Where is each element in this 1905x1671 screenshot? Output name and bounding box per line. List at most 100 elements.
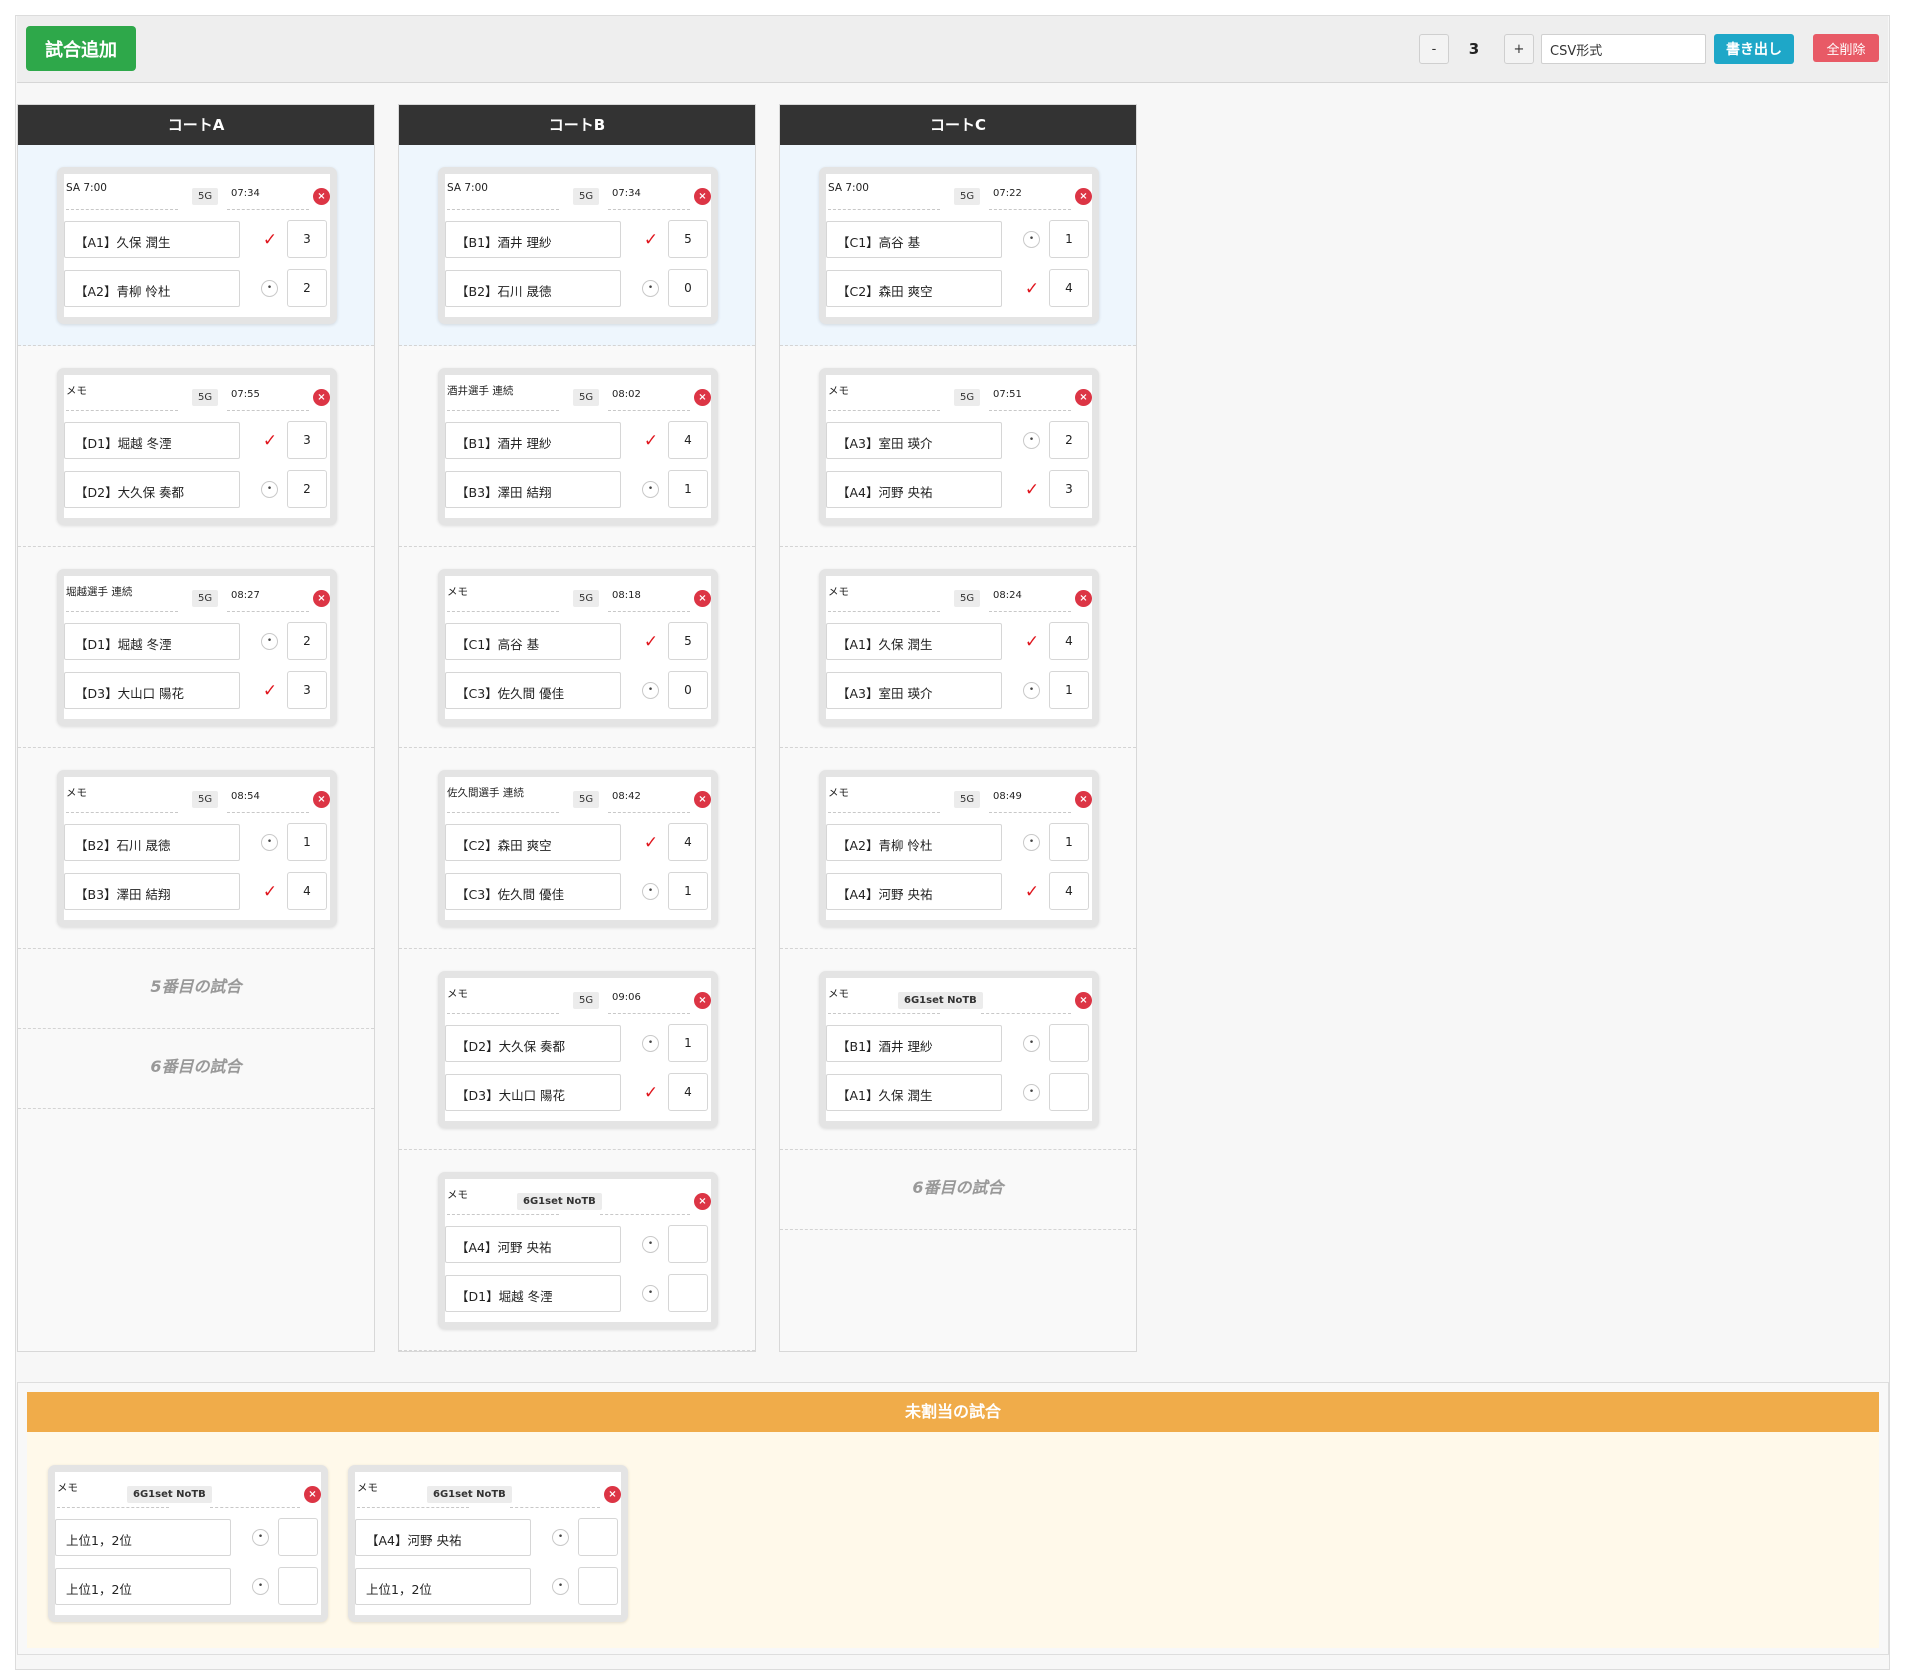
score-field[interactable]: [1049, 1024, 1089, 1062]
match-card[interactable]: メモ 5G 08:24 × 【A1】久保 潤生 ✓ 4 【A3】室田 瑛介 • 1: [819, 569, 1099, 726]
close-icon[interactable]: ×: [1075, 389, 1092, 406]
close-icon[interactable]: ×: [313, 389, 330, 406]
radio-dot-icon[interactable]: •: [1023, 682, 1040, 699]
match-card[interactable]: メモ 5G 08:54 × 【B2】石川 晟徳 • 1 【B3】澤田 結翔 ✓ 4: [57, 770, 337, 927]
player-field[interactable]: 【D2】大久保 奏都: [64, 471, 240, 508]
radio-dot-icon[interactable]: •: [552, 1529, 569, 1546]
match-card[interactable]: 堀越選手 連続 5G 08:27 × 【D1】堀越 冬湮 • 2 【D3】大山口 陽花 ✓ 3: [57, 569, 337, 726]
close-icon[interactable]: ×: [313, 590, 330, 607]
add-match-button[interactable]: 試合追加: [26, 26, 136, 71]
score-field[interactable]: 1: [287, 823, 327, 861]
match-card[interactable]: メモ 6G1set NoTB × 【B1】酒井 理紗 • 【A1】久保 潤生 •: [819, 971, 1099, 1128]
match-format-badge[interactable]: 5G: [192, 389, 219, 406]
match-slot[interactable]: メモ 5G 09:06 × 【D2】大久保 奏都 • 1 【D3】大山口 陽花 ✓ 4: [399, 949, 755, 1150]
player-field[interactable]: 【B1】酒井 理紗: [445, 422, 621, 459]
score-field[interactable]: 4: [1049, 872, 1089, 910]
memo-field[interactable]: SA 7:00: [66, 182, 178, 210]
memo-field[interactable]: メモ: [66, 383, 178, 411]
memo-field[interactable]: 堀越選手 連続: [66, 584, 178, 612]
radio-dot-icon[interactable]: •: [1023, 231, 1040, 248]
score-field[interactable]: 1: [668, 872, 708, 910]
player-field[interactable]: 【B3】澤田 結翔: [64, 873, 240, 910]
match-format-badge[interactable]: 5G: [192, 791, 219, 808]
player-field[interactable]: 【B1】酒井 理紗: [445, 221, 621, 258]
match-format-badge[interactable]: 5G: [954, 791, 981, 808]
match-card[interactable]: メモ 6G1set NoTB × 【A4】河野 央祐 • 【D1】堀越 冬湮 •: [438, 1172, 718, 1329]
score-field[interactable]: 4: [1049, 622, 1089, 660]
check-icon[interactable]: ✓: [642, 1084, 660, 1102]
match-card[interactable]: メモ 5G 07:51 × 【A3】室田 瑛介 • 2 【A4】河野 央祐 ✓ 3: [819, 368, 1099, 525]
export-format-input[interactable]: [1541, 34, 1706, 64]
memo-field[interactable]: SA 7:00: [447, 182, 559, 210]
radio-dot-icon[interactable]: •: [261, 280, 278, 297]
radio-dot-icon[interactable]: •: [552, 1578, 569, 1595]
player-field[interactable]: 【A4】河野 央祐: [445, 1226, 621, 1263]
memo-field[interactable]: メモ: [447, 584, 559, 612]
radio-dot-icon[interactable]: •: [261, 633, 278, 650]
radio-dot-icon[interactable]: •: [1023, 1084, 1040, 1101]
match-slot[interactable]: SA 7:00 5G 07:34 × 【B1】酒井 理紗 ✓ 5 【B2】石川 晟徳 • 0: [399, 145, 755, 346]
check-icon[interactable]: ✓: [642, 834, 660, 852]
match-card[interactable]: メモ 6G1set NoTB × 上位1，2位 • 上位1，2位 •: [48, 1465, 328, 1622]
score-field[interactable]: [578, 1567, 618, 1605]
radio-dot-icon[interactable]: •: [642, 1285, 659, 1302]
match-card[interactable]: メモ 5G 07:55 × 【D1】堀越 冬湮 ✓ 3 【D2】大久保 奏都 • 2: [57, 368, 337, 525]
player-field[interactable]: 【A4】河野 央祐: [826, 471, 1002, 508]
memo-field[interactable]: メモ: [828, 584, 940, 612]
match-format-badge[interactable]: 5G: [954, 590, 981, 607]
player-field[interactable]: 【D2】大久保 奏都: [445, 1025, 621, 1062]
player-field[interactable]: 【B2】石川 晟徳: [64, 824, 240, 861]
player-field[interactable]: 【A1】久保 潤生: [826, 1074, 1002, 1111]
radio-dot-icon[interactable]: •: [261, 834, 278, 851]
match-format-badge[interactable]: 6G1set NoTB: [517, 1193, 602, 1210]
match-card[interactable]: SA 7:00 5G 07:34 × 【B1】酒井 理紗 ✓ 5 【B2】石川 晟徳 • 0: [438, 167, 718, 324]
player-field[interactable]: 上位1，2位: [355, 1568, 531, 1605]
match-format-badge[interactable]: 6G1set NoTB: [427, 1486, 512, 1503]
match-slot[interactable]: 堀越選手 連続 5G 08:27 × 【D1】堀越 冬湮 • 2 【D3】大山口 陽花 ✓ 3: [18, 547, 374, 748]
score-field[interactable]: [1049, 1073, 1089, 1111]
empty-match-slot[interactable]: 5番目の試合: [18, 949, 374, 1029]
match-format-badge[interactable]: 6G1set NoTB: [898, 992, 983, 1009]
memo-field[interactable]: SA 7:00: [828, 182, 940, 210]
check-icon[interactable]: ✓: [261, 883, 279, 901]
match-format-badge[interactable]: 5G: [573, 389, 600, 406]
close-icon[interactable]: ×: [694, 992, 711, 1009]
match-slot[interactable]: メモ 5G 07:51 × 【A3】室田 瑛介 • 2 【A4】河野 央祐 ✓ 3: [780, 346, 1136, 547]
score-field[interactable]: 2: [1049, 421, 1089, 459]
match-slot[interactable]: メモ 5G 08:49 × 【A2】青柳 怜杜 • 1 【A4】河野 央祐 ✓ 4: [780, 748, 1136, 949]
radio-dot-icon[interactable]: •: [642, 682, 659, 699]
close-icon[interactable]: ×: [1075, 992, 1092, 1009]
check-icon[interactable]: ✓: [261, 682, 279, 700]
radio-dot-icon[interactable]: •: [642, 1035, 659, 1052]
match-card[interactable]: SA 7:00 5G 07:22 × 【C1】高谷 基 • 1 【C2】森田 爽空 ✓ 4: [819, 167, 1099, 324]
score-field[interactable]: 0: [668, 269, 708, 307]
match-format-badge[interactable]: 5G: [192, 188, 219, 205]
check-icon[interactable]: ✓: [1023, 633, 1041, 651]
close-icon[interactable]: ×: [694, 1193, 711, 1210]
close-icon[interactable]: ×: [313, 791, 330, 808]
score-field[interactable]: 1: [1049, 671, 1089, 709]
memo-field[interactable]: メモ: [828, 383, 940, 411]
match-format-badge[interactable]: 5G: [573, 188, 600, 205]
close-icon[interactable]: ×: [1075, 791, 1092, 808]
player-field[interactable]: 【A1】久保 潤生: [64, 221, 240, 258]
player-field[interactable]: 【A4】河野 央祐: [826, 873, 1002, 910]
match-card[interactable]: メモ 5G 08:49 × 【A2】青柳 怜杜 • 1 【A4】河野 央祐 ✓ 4: [819, 770, 1099, 927]
radio-dot-icon[interactable]: •: [1023, 834, 1040, 851]
radio-dot-icon[interactable]: •: [1023, 432, 1040, 449]
check-icon[interactable]: ✓: [261, 432, 279, 450]
close-icon[interactable]: ×: [304, 1486, 321, 1503]
score-field[interactable]: 3: [287, 421, 327, 459]
check-icon[interactable]: ✓: [1023, 883, 1041, 901]
increase-court-button[interactable]: +: [1504, 34, 1534, 64]
score-field[interactable]: 1: [1049, 220, 1089, 258]
match-slot[interactable]: メモ 5G 08:18 × 【C1】高谷 基 ✓ 5 【C3】佐久間 優佳 • 0: [399, 547, 755, 748]
match-slot[interactable]: メモ 5G 07:55 × 【D1】堀越 冬湮 ✓ 3 【D2】大久保 奏都 • 2: [18, 346, 374, 547]
match-slot[interactable]: 酒井選手 連続 5G 08:02 × 【B1】酒井 理紗 ✓ 4 【B3】澤田 結翔 • 1: [399, 346, 755, 547]
close-icon[interactable]: ×: [604, 1486, 621, 1503]
player-field[interactable]: 【C2】森田 爽空: [826, 270, 1002, 307]
match-slot[interactable]: メモ 6G1set NoTB × 【A4】河野 央祐 • 【D1】堀越 冬湮 •: [399, 1150, 755, 1351]
player-field[interactable]: 【C3】佐久間 優佳: [445, 873, 621, 910]
score-field[interactable]: [578, 1518, 618, 1556]
match-slot[interactable]: SA 7:00 5G 07:34 × 【A1】久保 潤生 ✓ 3 【A2】青柳 怜杜 • 2: [18, 145, 374, 346]
